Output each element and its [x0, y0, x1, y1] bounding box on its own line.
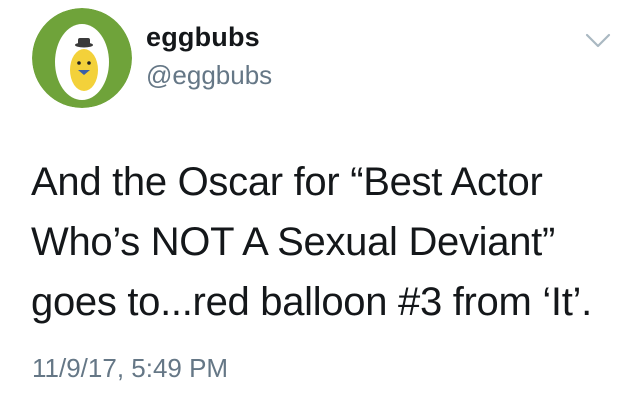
chevron-down-icon[interactable] [585, 33, 611, 49]
tweet-text-line: goes to...red balloon #3 from ‘It’. [31, 280, 592, 324]
author-display-name[interactable]: eggbubs [146, 22, 260, 53]
tweet-text-line: And the Oscar for “Best Actor [31, 160, 543, 204]
avatar[interactable] [32, 8, 132, 108]
author-handle[interactable]: @eggbubs [146, 60, 272, 91]
tweet-card: eggbubs @eggbubs And the Oscar for “Best… [0, 0, 640, 403]
tweet-timestamp[interactable]: 11/9/17, 5:49 PM [32, 353, 228, 384]
tweet-text-line: Who’s NOT A Sexual Deviant” [31, 220, 555, 264]
tweet-text: And the Oscar for “Best Actor Who’s NOT … [31, 152, 621, 332]
egg-character-avatar-icon [32, 8, 132, 108]
